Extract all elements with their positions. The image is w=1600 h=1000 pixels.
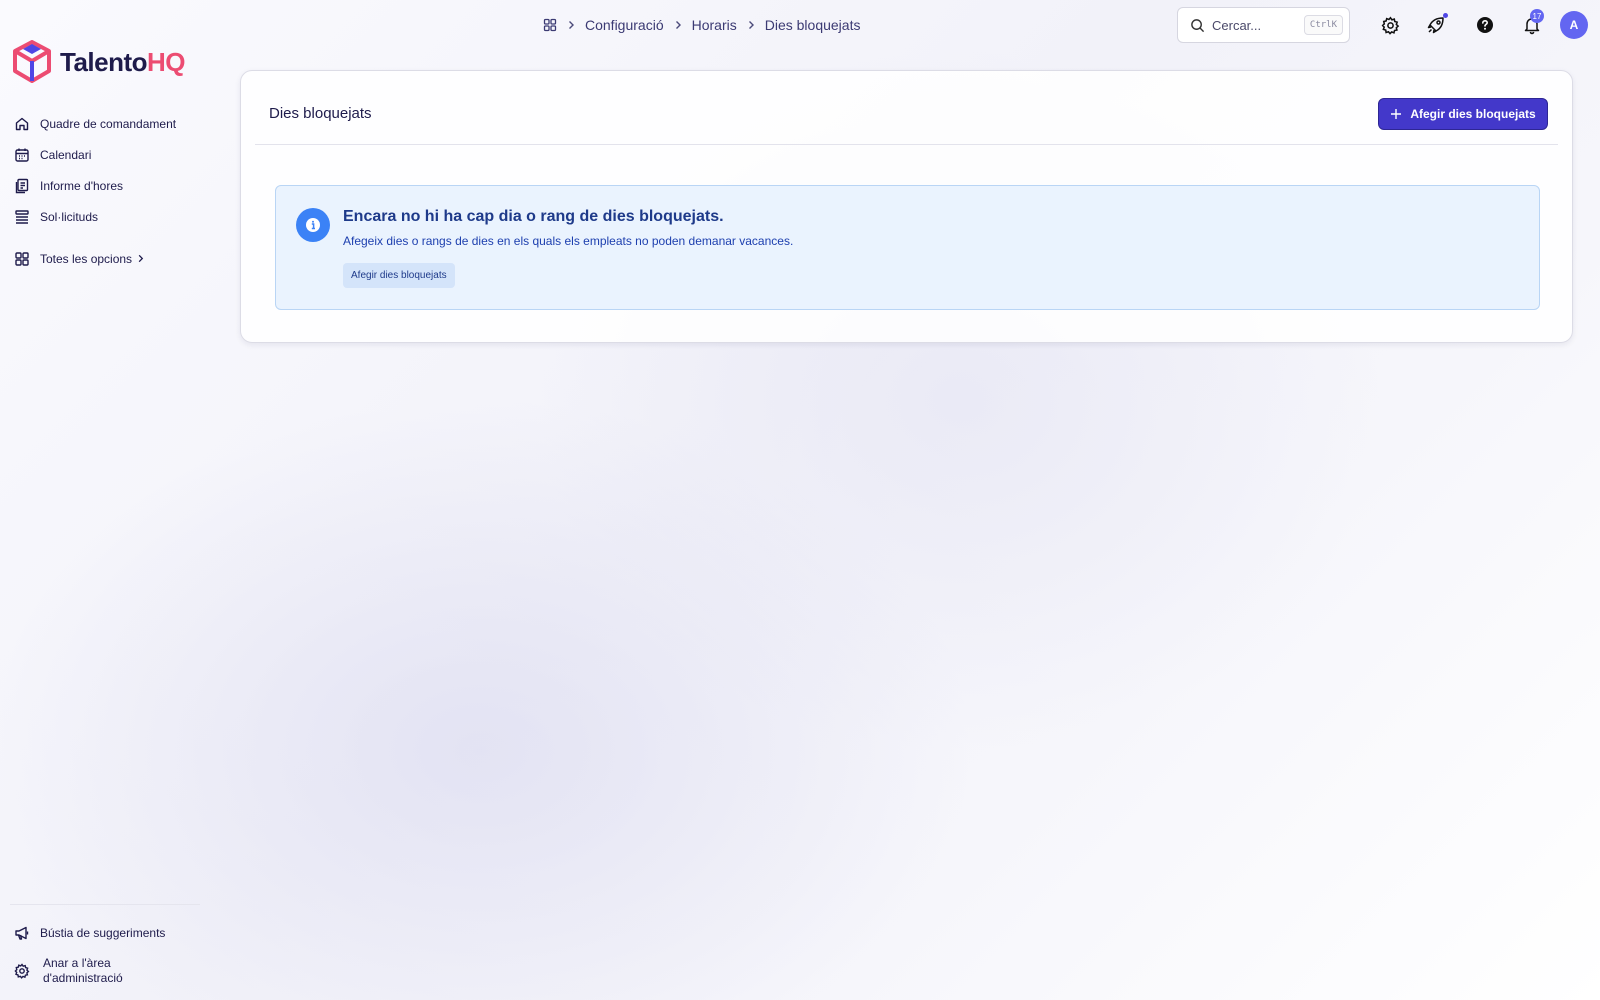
add-blocked-days-label: Afegir dies bloquejats	[1410, 107, 1536, 121]
admin-area-label: Anar a l'àrea d'administració	[40, 956, 123, 986]
grid-icon	[15, 251, 29, 266]
megaphone-icon	[15, 926, 29, 940]
sidebar-nav: Quadre de comandament Calendari Informe …	[14, 108, 214, 274]
search-placeholder: Cercar...	[1212, 17, 1262, 33]
empty-state-title: Encara no hi ha cap dia o rang de dies b…	[343, 208, 724, 225]
admin-label-line2: d'administració	[43, 971, 123, 985]
admin-area-link[interactable]: Anar a l'àrea d'administració	[10, 954, 200, 988]
notification-count-badge: 17	[1530, 9, 1544, 23]
home-icon	[15, 117, 29, 130]
breadcrumb-configuracio[interactable]: Configuració	[585, 17, 664, 33]
search-icon	[1191, 18, 1205, 32]
chevron-right-icon	[569, 21, 574, 29]
logo[interactable]: TalentoHQ	[12, 40, 186, 84]
sidebar-bottom: Bústia de suggeriments Anar a l'àrea d'a…	[10, 904, 200, 988]
chevron-right-icon	[138, 254, 144, 263]
blocked-days-card: Dies bloquejats Afegir dies bloquejats E…	[240, 70, 1573, 343]
empty-state-text: Afegeix dies o rangs de dies en els qual…	[343, 234, 794, 248]
rocket-icon	[1427, 17, 1444, 34]
gear-icon	[14, 963, 30, 979]
plus-icon	[1391, 109, 1402, 119]
page-title: Dies bloquejats	[269, 105, 372, 122]
sidebar-item-dashboard[interactable]: Quadre de comandament	[14, 108, 214, 139]
logo-text: TalentoHQ	[60, 46, 186, 77]
feedback-label: Bústia de suggeriments	[40, 925, 166, 940]
sidebar-item-hours-report[interactable]: Informe d'hores	[14, 170, 214, 201]
report-icon	[15, 178, 29, 193]
sidebar-item-label: Totes les opcions	[40, 251, 133, 266]
empty-state-add-button[interactable]: Afegir dies bloquejats	[343, 263, 455, 288]
sidebar-item-all-options[interactable]: Totes les opcions	[14, 243, 214, 274]
sidebar-item-calendar[interactable]: Calendari	[14, 139, 214, 170]
list-icon	[15, 209, 29, 224]
onboarding-dot	[1443, 13, 1448, 18]
add-blocked-days-button[interactable]: Afegir dies bloquejats	[1378, 98, 1548, 130]
sidebar-item-label: Informe d'hores	[40, 178, 123, 193]
sidebar-item-label: Calendari	[40, 147, 92, 162]
empty-state-alert: Encara no hi ha cap dia o rang de dies b…	[275, 185, 1540, 310]
help-button[interactable]	[1474, 14, 1496, 36]
sidebar-item-requests[interactable]: Sol·licituds	[14, 201, 214, 232]
apps-grid-icon[interactable]	[543, 18, 557, 32]
search-input[interactable]: Cercar... CtrlK	[1177, 7, 1350, 43]
help-icon	[1477, 17, 1493, 33]
chevron-right-icon	[675, 21, 681, 29]
avatar[interactable]: A	[1560, 11, 1588, 39]
gear-icon	[1381, 16, 1399, 35]
breadcrumb-horaris[interactable]: Horaris	[692, 17, 737, 33]
logo-cube-icon	[13, 40, 51, 83]
divider	[255, 144, 1558, 145]
breadcrumb: Configuració Horaris Dies bloquejats	[543, 14, 860, 36]
sidebar: TalentoHQ Quadre de comandament Calendar…	[0, 0, 220, 1000]
settings-button[interactable]	[1379, 14, 1401, 36]
breadcrumb-dies-bloquejats[interactable]: Dies bloquejats	[765, 17, 861, 33]
info-icon	[296, 208, 330, 242]
feedback-link[interactable]: Bústia de suggeriments	[10, 917, 200, 948]
sidebar-item-label: Quadre de comandament	[40, 116, 177, 131]
chevron-right-icon	[748, 21, 754, 29]
sidebar-item-label: Sol·licituds	[40, 209, 99, 224]
calendar-icon	[15, 148, 29, 162]
admin-label-line1: Anar a l'àrea	[43, 956, 111, 970]
search-shortcut: CtrlK	[1303, 15, 1343, 35]
